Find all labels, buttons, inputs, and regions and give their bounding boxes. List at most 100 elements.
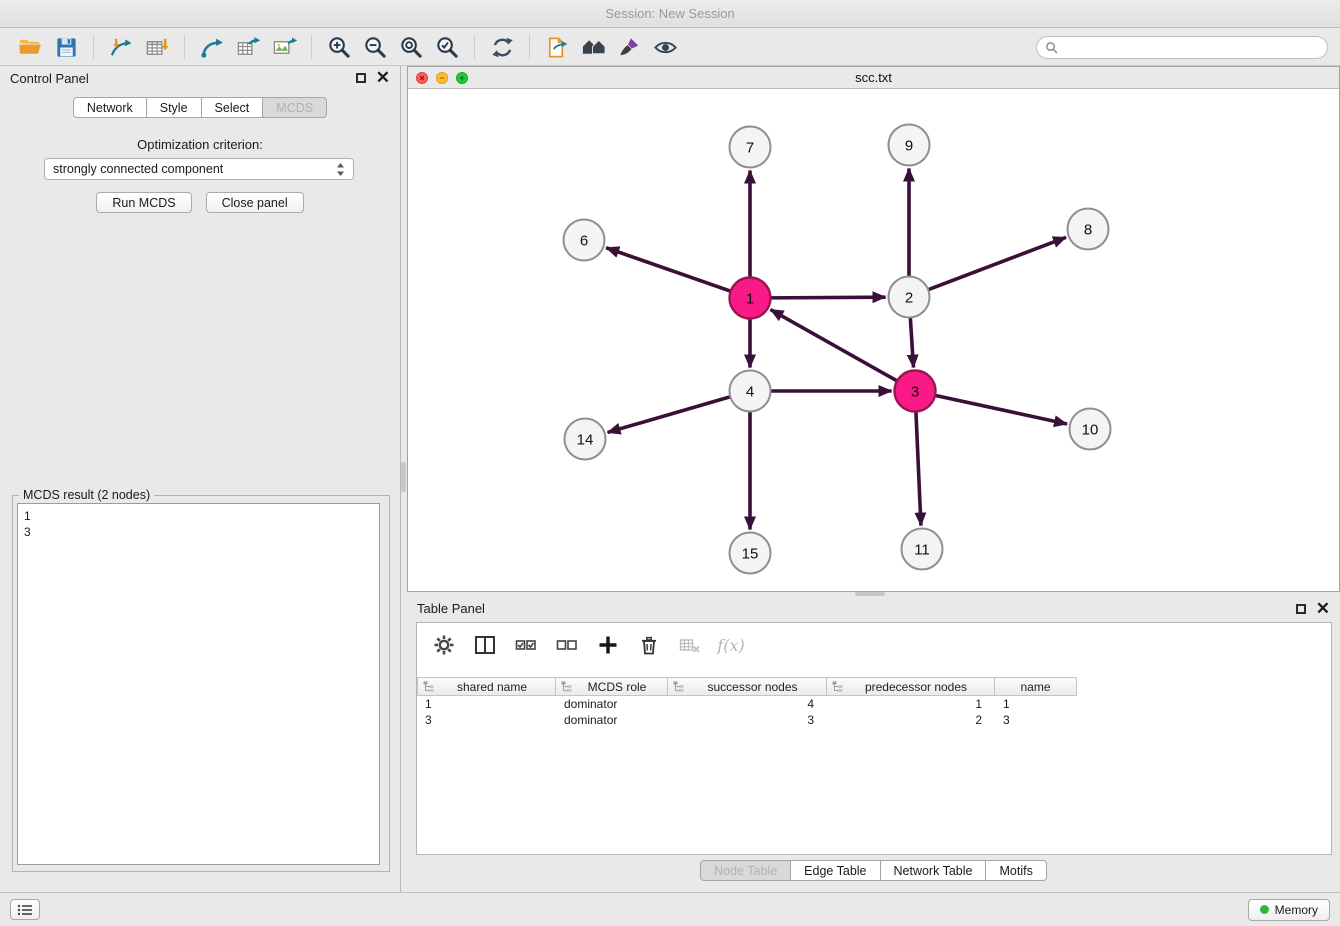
open-file-button[interactable] <box>12 32 48 62</box>
table-settings-button[interactable] <box>431 633 457 657</box>
maximize-window-button[interactable]: + <box>456 72 468 84</box>
node-8[interactable]: 8 <box>1068 209 1109 250</box>
style-paint-button[interactable] <box>611 32 647 62</box>
tab-node-table[interactable]: Node Table <box>700 860 791 881</box>
cell-successor-nodes[interactable]: 3 <box>668 713 827 727</box>
column-header-successor-nodes[interactable]: successor nodes <box>668 677 827 696</box>
tab-mcds[interactable]: MCDS <box>263 97 327 118</box>
save-session-button[interactable] <box>48 32 84 62</box>
memory-button[interactable]: Memory <box>1248 899 1330 921</box>
zoom-fit-button[interactable] <box>393 32 429 62</box>
clone-document-button[interactable] <box>539 32 575 62</box>
app-titlebar[interactable]: Session: New Session <box>0 0 1340 28</box>
horizontal-splitter-handle[interactable] <box>855 592 885 596</box>
zoom-selected-button[interactable] <box>429 32 465 62</box>
toolbar-separator <box>184 35 185 59</box>
edge-3-1[interactable] <box>770 310 897 381</box>
network-window-titlebar[interactable]: × − + scc.txt <box>408 67 1339 89</box>
tab-edge-table[interactable]: Edge Table <box>791 860 880 881</box>
optimization-criterion-select[interactable]: strongly connected component <box>44 158 354 180</box>
node-10[interactable]: 10 <box>1070 409 1111 450</box>
node-6[interactable]: 6 <box>564 220 605 261</box>
node-15[interactable]: 15 <box>730 533 771 574</box>
node-14[interactable]: 14 <box>565 419 606 460</box>
edge-3-11[interactable] <box>916 411 921 525</box>
node-4[interactable]: 4 <box>730 371 771 412</box>
node-2[interactable]: 2 <box>889 277 930 318</box>
select-all-columns-button[interactable] <box>513 633 539 657</box>
edge-2-8[interactable] <box>928 237 1066 289</box>
import-table-button[interactable] <box>139 32 175 62</box>
tab-network[interactable]: Network <box>73 97 147 118</box>
tab-network-table[interactable]: Network Table <box>881 860 987 881</box>
control-panel-tabs: Network Style Select MCDS <box>0 97 400 118</box>
node-11[interactable]: 11 <box>902 529 943 570</box>
import-network-button[interactable] <box>103 32 139 62</box>
network-canvas[interactable]: 7 9 6 8 1 2 4 3 14 10 15 11 <box>408 89 1339 591</box>
cell-predecessor-nodes[interactable]: 1 <box>827 697 995 711</box>
edge-3-10[interactable] <box>935 395 1067 424</box>
export-network-button[interactable] <box>194 32 230 62</box>
cell-shared-name[interactable]: 1 <box>417 697 556 711</box>
node-label: 11 <box>914 542 930 559</box>
app-title: Session: New Session <box>605 6 734 21</box>
column-header-name[interactable]: name <box>995 677 1077 696</box>
float-table-panel-icon[interactable] <box>1296 604 1306 614</box>
edge-4-14[interactable] <box>608 397 731 433</box>
edge-1-6[interactable] <box>606 248 730 291</box>
mcds-result-list[interactable]: 1 3 <box>17 503 380 865</box>
edge-1-2[interactable] <box>770 297 885 298</box>
minimize-window-button[interactable]: − <box>436 72 448 84</box>
column-header-mcds-role[interactable]: MCDS role <box>556 677 668 696</box>
tab-select[interactable]: Select <box>202 97 264 118</box>
close-panel-icon[interactable]: ✕ <box>376 71 390 85</box>
node-3[interactable]: 3 <box>895 371 936 412</box>
cell-mcds-role[interactable]: dominator <box>556 713 668 727</box>
cell-predecessor-nodes[interactable]: 2 <box>827 713 995 727</box>
home-button[interactable] <box>575 32 611 62</box>
table-header-row: shared name MCDS role successor nodes pr… <box>417 677 1331 696</box>
search-box[interactable] <box>1036 36 1328 59</box>
tab-style[interactable]: Style <box>147 97 202 118</box>
search-input[interactable] <box>1063 40 1319 54</box>
optimization-criterion-label: Optimization criterion: <box>0 137 400 152</box>
close-window-button[interactable]: × <box>416 72 428 84</box>
export-table-button[interactable] <box>230 32 266 62</box>
zoom-out-button[interactable] <box>357 32 393 62</box>
function-builder-button[interactable]: f(x) <box>718 633 744 657</box>
edge-2-3[interactable] <box>910 317 913 367</box>
create-column-button[interactable] <box>595 633 621 657</box>
cell-mcds-role[interactable]: dominator <box>556 697 668 711</box>
cell-successor-nodes[interactable]: 4 <box>668 697 827 711</box>
toolbar-separator <box>311 35 312 59</box>
float-panel-icon[interactable] <box>356 73 366 83</box>
node-label: 8 <box>1084 222 1092 239</box>
delete-column-button[interactable] <box>636 633 662 657</box>
task-history-button[interactable] <box>10 899 40 920</box>
zoom-in-button[interactable] <box>321 32 357 62</box>
export-image-button[interactable] <box>266 32 302 62</box>
cell-shared-name[interactable]: 3 <box>417 713 556 727</box>
table-row[interactable]: 1 dominator 4 1 1 <box>417 696 1331 712</box>
vertical-splitter-handle[interactable] <box>401 462 406 492</box>
close-table-panel-icon[interactable]: ✕ <box>1316 602 1330 616</box>
close-panel-button[interactable]: Close panel <box>206 192 304 213</box>
node-9[interactable]: 9 <box>889 125 930 166</box>
show-columns-button[interactable] <box>472 633 498 657</box>
column-header-predecessor-nodes[interactable]: predecessor nodes <box>827 677 995 696</box>
toolbar-separator <box>529 35 530 59</box>
tab-motifs[interactable]: Motifs <box>986 860 1046 881</box>
run-mcds-button[interactable]: Run MCDS <box>96 192 191 213</box>
cell-name[interactable]: 3 <box>995 713 1077 727</box>
mcds-buttons-row: Run MCDS Close panel <box>0 192 400 213</box>
checked-boxes-icon <box>515 634 537 656</box>
table-row[interactable]: 3 dominator 3 2 3 <box>417 712 1331 728</box>
column-header-shared-name[interactable]: shared name <box>417 677 556 696</box>
node-7[interactable]: 7 <box>730 127 771 168</box>
apply-layout-button[interactable] <box>484 32 520 62</box>
cell-name[interactable]: 1 <box>995 697 1077 711</box>
show-hide-details-button[interactable] <box>647 32 683 62</box>
delete-table-button[interactable] <box>677 633 703 657</box>
unselect-all-columns-button[interactable] <box>554 633 580 657</box>
node-1[interactable]: 1 <box>730 278 771 319</box>
